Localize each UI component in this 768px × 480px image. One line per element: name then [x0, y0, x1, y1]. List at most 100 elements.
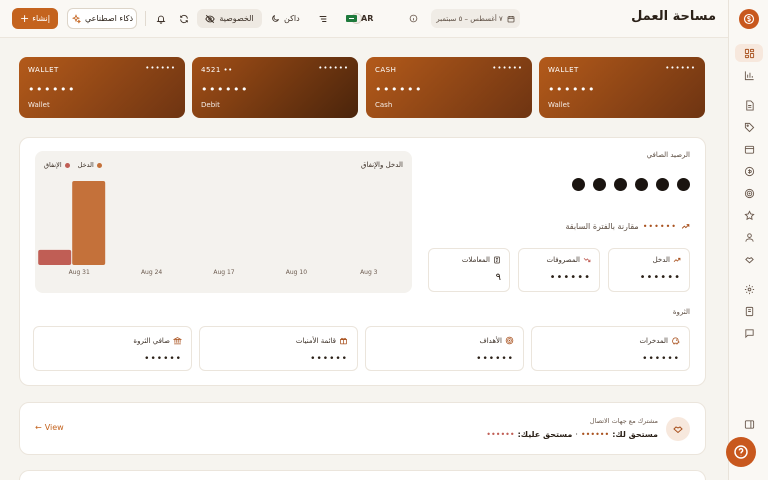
gear-icon [744, 284, 754, 294]
nav-messages[interactable] [735, 324, 763, 342]
info-button[interactable] [409, 9, 418, 28]
shared-balances: مستحق لك: •••••• · مستحق عليك: •••••• [486, 430, 658, 439]
wealth-wishlist[interactable]: قائمة الأمنيات •••••• [199, 326, 358, 371]
handshake-icon [673, 426, 683, 434]
wealth-label: قائمة الأمنيات [295, 336, 336, 345]
nav-dashboard[interactable] [735, 44, 763, 62]
privacy-toggle[interactable]: الخصوصية [197, 9, 262, 28]
net-balance-value [572, 178, 690, 191]
arrow-left-icon: ← [35, 423, 42, 432]
saudi-flag-icon [346, 15, 357, 22]
sparkles-icon [71, 13, 82, 24]
account-balance: •••••• [375, 83, 423, 96]
language-label: AR [361, 14, 374, 23]
top-bar: مساحة العمل ٧ أغسطس – ٥ سبتمبر AR داكن ا… [0, 0, 728, 38]
nav-currency[interactable] [735, 162, 763, 180]
net-balance-label: الرصيد الصافي [646, 151, 690, 159]
account-balance: •••••• [201, 83, 249, 96]
nav-reports[interactable] [735, 66, 763, 84]
stat-expenses: المصروفات •••••• [518, 248, 600, 292]
theme-toggle[interactable]: داكن [271, 9, 300, 28]
wealth-value: •••••• [310, 354, 348, 364]
masked-dot [593, 178, 606, 191]
toolbar-divider [145, 11, 146, 26]
bar-income[interactable] [72, 181, 106, 265]
menu-button[interactable] [318, 9, 328, 28]
income-expense-chart: الدخل والإنفاق الدخل الإنفاق Aug 31 Aug 2… [35, 151, 412, 293]
page-title: مساحة العمل [631, 9, 716, 24]
chart-plot: Aug 31 Aug 24 Aug 17 Aug 10 Aug 3 [38, 181, 378, 276]
bar-chart-icon [744, 70, 754, 80]
separator: · [575, 430, 578, 439]
menu-lines-icon [319, 15, 327, 22]
account-label: WALLET [548, 66, 579, 74]
stat-label: المعاملات [461, 256, 490, 264]
account-card[interactable]: 4521 •• •••••• •••••• Debit [192, 57, 358, 118]
nav-transactions[interactable] [735, 96, 763, 114]
notifications-button[interactable] [156, 9, 166, 28]
ai-button[interactable]: ذكاء اصطناعي [67, 8, 137, 29]
nav-shared[interactable] [735, 250, 763, 268]
user-icon [744, 232, 754, 242]
help-button[interactable] [726, 437, 756, 467]
document-icon [745, 99, 754, 111]
target-icon [505, 336, 514, 345]
view-label: View [44, 423, 64, 432]
masked-dot [677, 178, 690, 191]
app-logo[interactable] [739, 9, 759, 29]
wealth-net-worth[interactable]: صافي الثروة •••••• [33, 326, 192, 371]
account-card[interactable]: WALLET •••••• •••••• Wallet [539, 57, 705, 118]
collapse-sidebar-button[interactable] [735, 415, 763, 433]
nav-wishlist[interactable] [735, 206, 763, 224]
create-label: إنشاء [32, 14, 51, 23]
wealth-title: الثروة [672, 308, 690, 316]
bar-expense[interactable] [38, 249, 72, 265]
stat-value: •••••• [549, 272, 591, 283]
plus-icon: + [20, 12, 30, 25]
shared-subtitle: مشترك مع جهات الاتصال [589, 417, 658, 425]
star-icon [743, 209, 755, 220]
account-label: WALLET [28, 66, 59, 74]
nav-notes[interactable] [735, 302, 763, 320]
wealth-savings[interactable]: المدخرات •••••• [531, 326, 690, 371]
create-button[interactable]: إنشاء + [12, 8, 58, 29]
account-type: Cash [375, 101, 393, 109]
date-range-label: ٧ أغسطس – ٥ سبتمبر [436, 14, 503, 23]
stat-value: ٩ [495, 272, 501, 283]
nav-contacts[interactable] [735, 228, 763, 246]
stat-income: الدخل •••••• [608, 248, 690, 292]
account-type: Wallet [548, 101, 570, 109]
account-card[interactable]: WALLET •••••• •••••• Wallet [19, 57, 185, 118]
comparison-value: •••••• [642, 222, 677, 231]
view-link[interactable]: ← View [35, 423, 64, 432]
trend-up-icon [673, 257, 681, 262]
ai-label: ذكاء اصطناعي [85, 14, 133, 23]
receipt-icon [494, 256, 500, 264]
account-balance: •••••• [548, 83, 596, 96]
nav-settings[interactable] [735, 280, 763, 298]
nav-accounts[interactable] [735, 140, 763, 158]
x-tick-label: Aug 17 [213, 269, 234, 276]
date-range-picker[interactable]: ٧ أغسطس – ٥ سبتمبر [431, 9, 520, 28]
masked-dot [656, 178, 669, 191]
refresh-button[interactable] [179, 9, 189, 28]
account-masked-number: •••••• [665, 64, 696, 72]
nav-goals[interactable] [735, 184, 763, 202]
next-panel [19, 470, 706, 480]
owed-to-you-label: مستحق لك: [612, 430, 658, 439]
wealth-goals[interactable]: الأهداف •••••• [365, 326, 524, 371]
stat-transactions: المعاملات ٩ [428, 248, 510, 292]
scroll-icon [745, 306, 753, 316]
account-card[interactable]: CASH •••••• •••••• Cash [366, 57, 532, 118]
theme-label: داكن [284, 14, 300, 23]
trend-down-icon [583, 258, 591, 263]
nav-tags[interactable] [735, 118, 763, 136]
bank-icon [173, 337, 182, 345]
account-type: Wallet [28, 101, 50, 109]
x-tick-label: Aug 3 [360, 269, 378, 276]
dashboard-icon [744, 48, 754, 58]
owed-to-you-value: •••••• [580, 430, 610, 439]
x-tick-label: Aug 24 [141, 269, 162, 276]
language-switcher[interactable]: AR [346, 9, 373, 28]
eye-off-icon [205, 14, 216, 23]
